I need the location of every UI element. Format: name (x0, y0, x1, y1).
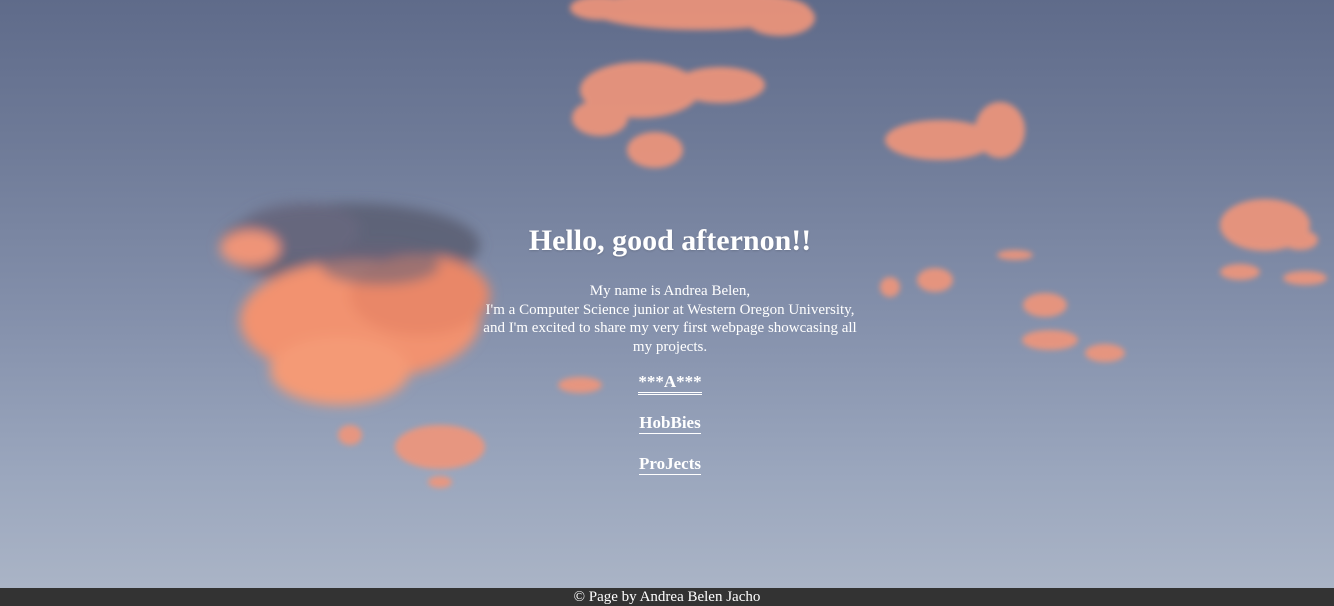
nav-link-projects-label: ProJects (639, 454, 701, 475)
intro-line: I'm a Computer Science junior at Western… (485, 301, 855, 318)
intro-paragraph: My name is Andrea Belen, I'm a Computer … (467, 282, 873, 356)
nav-link-a[interactable]: ***A*** (0, 371, 1334, 395)
page-title: Hello, good afternon!! (528, 224, 812, 257)
nav-link-projects[interactable]: ProJects (0, 453, 1334, 475)
intro-line: My name is Andrea Belen, (589, 283, 751, 299)
nav-link-a-label: ***A*** (638, 372, 702, 395)
footer-copyright: © Page by Andrea Belen Jacho (573, 589, 761, 605)
nav-link-hobbies[interactable]: HobBies (0, 412, 1334, 434)
nav-link-hobbies-label: HobBies (639, 413, 701, 434)
intro-line: my projects. (632, 338, 708, 355)
footer: © Page by Andrea Belen Jacho (0, 588, 1334, 606)
intro-line: and I'm excited to share my very first w… (483, 320, 857, 336)
